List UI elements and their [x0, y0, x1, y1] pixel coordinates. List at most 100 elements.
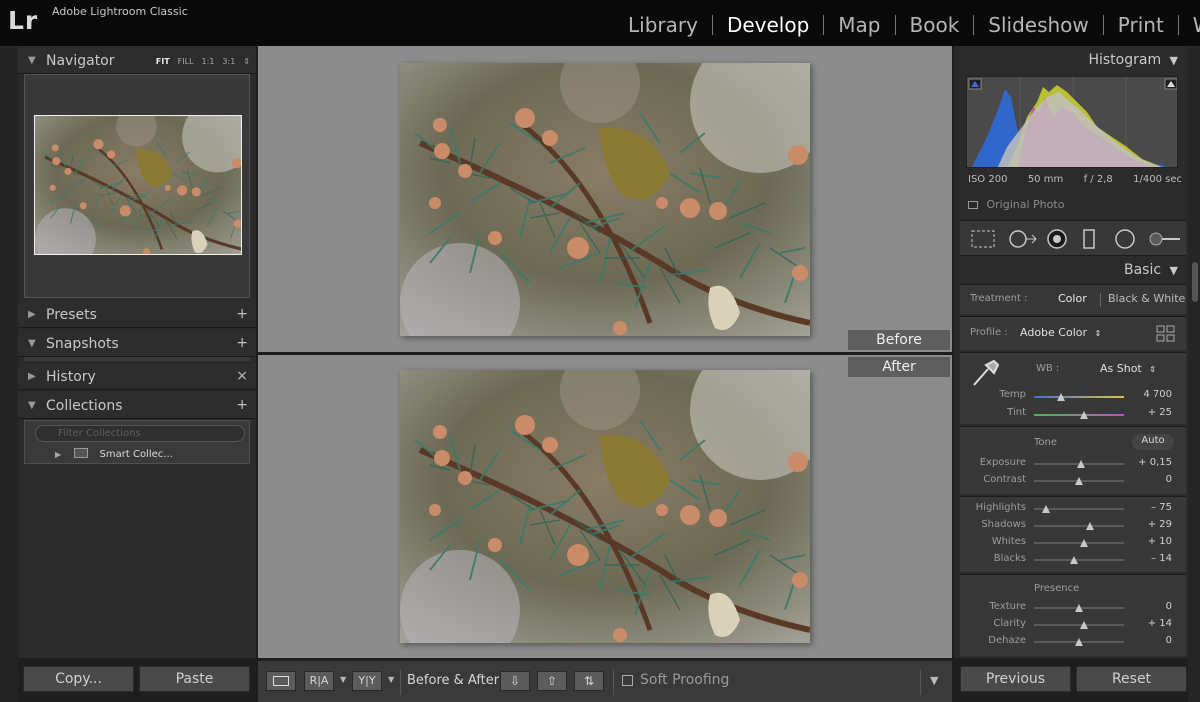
filter-collections-input[interactable]: Filter Collections — [35, 425, 245, 442]
original-photo-toggle[interactable]: Original Photo — [968, 198, 1064, 211]
clear-history-icon[interactable]: × — [236, 368, 248, 384]
collapse-triangle-icon: ▼ — [1169, 54, 1178, 67]
wb-select[interactable]: As Shot ⇕ — [1100, 362, 1156, 375]
right-panel: Histogram ▼ ISO 200 50 mm f / 2,8 1/400 … — [954, 46, 1188, 658]
module-map[interactable]: Map — [824, 13, 894, 37]
soft-proofing-checkbox[interactable] — [622, 675, 633, 686]
temp-slider-thumb[interactable] — [1057, 393, 1065, 401]
tone-group: Tone Auto Exposure + 0,15 Contrast 0 — [960, 426, 1186, 494]
tint-slider-thumb[interactable] — [1080, 411, 1089, 419]
shadows-slider-thumb[interactable] — [1085, 522, 1094, 530]
original-photo-checkbox[interactable] — [968, 201, 978, 209]
temp-value[interactable]: 4 700 — [1132, 389, 1172, 400]
histogram-header[interactable]: Histogram ▼ — [1088, 52, 1178, 68]
texture-slider-thumb[interactable] — [1075, 604, 1083, 612]
history-header[interactable]: ▶ History × — [18, 364, 256, 390]
red-eye-icon[interactable] — [1046, 229, 1068, 249]
shadows-track[interactable] — [1034, 525, 1124, 527]
add-snapshot-icon[interactable]: + — [236, 335, 248, 351]
left-panel-edge[interactable] — [0, 46, 18, 702]
right-panel-scroll-thumb[interactable] — [1192, 262, 1198, 302]
navigator-header[interactable]: ▼ Navigator FIT FILL 1:1 3:1 ⇕ — [18, 48, 256, 74]
chevron-down-icon[interactable]: ▼ — [340, 675, 346, 684]
toolbar-menu-icon[interactable]: ▼ — [930, 674, 938, 687]
snapshots-header[interactable]: ▼ Snapshots + — [18, 331, 256, 357]
navigator-title: Navigator — [46, 53, 115, 69]
radial-filter-icon[interactable] — [1114, 229, 1136, 249]
zoom-fit[interactable]: FIT — [156, 57, 170, 66]
blacks-track[interactable] — [1034, 559, 1124, 561]
zoom-1-1[interactable]: 1:1 — [202, 57, 215, 66]
top-bar: Lr Adobe Lightroom Classic Library Devel… — [0, 0, 1200, 46]
add-collection-icon[interactable]: + — [236, 397, 248, 413]
after-photo[interactable] — [400, 370, 810, 643]
expand-triangle-icon[interactable]: ▶ — [55, 450, 61, 459]
copy-before-to-after-button[interactable]: ⇩ — [500, 671, 530, 691]
swap-before-after-button[interactable]: ⇅ — [574, 671, 604, 691]
profile-browser-icon[interactable] — [1156, 325, 1176, 343]
collection-item[interactable]: ▶ Smart Collec... — [55, 448, 173, 460]
snapshots-title: Snapshots — [46, 336, 119, 352]
before-photo[interactable] — [400, 63, 810, 336]
navigator-thumbnail[interactable] — [34, 115, 242, 255]
right-panel-scrollbar[interactable] — [1188, 46, 1200, 702]
previous-button[interactable]: Previous — [960, 666, 1071, 692]
spot-removal-icon[interactable] — [1008, 229, 1038, 249]
paste-button[interactable]: Paste — [139, 666, 250, 692]
tint-value[interactable]: + 25 — [1132, 407, 1172, 418]
module-slideshow[interactable]: Slideshow — [974, 13, 1103, 37]
presence-label: Presence — [1034, 583, 1080, 594]
tone-label: Tone — [1034, 437, 1058, 448]
crop-overlay-icon[interactable] — [970, 229, 996, 249]
navigator-preview[interactable] — [24, 74, 250, 298]
histogram[interactable] — [966, 76, 1178, 168]
shadows-value[interactable]: + 29 — [1132, 519, 1172, 530]
basic-header[interactable]: Basic ▼ — [1124, 262, 1178, 278]
zoom-fill[interactable]: FILL — [178, 57, 194, 66]
clarity-slider-thumb[interactable] — [1080, 621, 1089, 629]
zoom-3-1[interactable]: 3:1 — [222, 57, 235, 66]
adjustment-brush-icon[interactable] — [1148, 229, 1182, 249]
highlights-value[interactable]: – 75 — [1132, 502, 1172, 513]
dehaze-value[interactable]: 0 — [1132, 635, 1172, 646]
exposure-value[interactable]: + 0,15 — [1132, 457, 1172, 468]
whites-slider-thumb[interactable] — [1079, 539, 1088, 547]
add-preset-icon[interactable]: + — [236, 306, 248, 322]
loupe-view-button[interactable] — [266, 671, 296, 691]
graduated-filter-icon[interactable] — [1082, 229, 1096, 249]
zoom-stepper-icon[interactable]: ⇕ — [243, 57, 250, 66]
module-develop[interactable]: Develop — [713, 13, 823, 37]
module-book[interactable]: Book — [896, 13, 974, 37]
soft-proofing-label: Soft Proofing — [640, 672, 730, 688]
contrast-value[interactable]: 0 — [1132, 474, 1172, 485]
contrast-slider-thumb[interactable] — [1075, 477, 1083, 485]
copy-button[interactable]: Copy... — [23, 666, 134, 692]
clarity-track[interactable] — [1034, 624, 1124, 626]
before-after-lr-button[interactable]: R|A — [304, 671, 334, 691]
reset-button[interactable]: Reset — [1076, 666, 1187, 692]
texture-value[interactable]: 0 — [1132, 601, 1172, 612]
whites-value[interactable]: + 10 — [1132, 536, 1172, 547]
profile-select[interactable]: Adobe Color ⇕ — [1020, 326, 1101, 339]
temp-track[interactable] — [1034, 396, 1124, 398]
auto-tone-button[interactable]: Auto — [1132, 434, 1174, 450]
presets-header[interactable]: ▶ Presets + — [18, 302, 256, 328]
blacks-value[interactable]: – 14 — [1132, 553, 1172, 564]
eyedropper-icon[interactable] — [970, 357, 1000, 389]
before-after-tb-button[interactable]: Y|Y — [352, 671, 382, 691]
dehaze-slider-thumb[interactable] — [1075, 638, 1083, 646]
highlights-slider-thumb[interactable] — [1041, 505, 1050, 513]
clarity-value[interactable]: + 14 — [1132, 618, 1172, 629]
module-web[interactable]: Web — [1179, 13, 1200, 37]
after-photo-image — [400, 370, 810, 643]
module-library[interactable]: Library — [614, 13, 712, 37]
module-print[interactable]: Print — [1104, 13, 1178, 37]
copy-after-to-before-button[interactable]: ⇧ — [537, 671, 567, 691]
collections-header[interactable]: ▼ Collections + — [18, 393, 256, 419]
exposure-slider-thumb[interactable] — [1076, 460, 1085, 468]
treatment-color-option[interactable]: Color — [1058, 292, 1087, 305]
treatment-bw-option[interactable]: Black & White — [1108, 292, 1185, 305]
blacks-slider-thumb[interactable] — [1069, 556, 1078, 564]
chevron-down-icon[interactable]: ▼ — [388, 675, 394, 684]
tint-track[interactable] — [1034, 414, 1124, 416]
